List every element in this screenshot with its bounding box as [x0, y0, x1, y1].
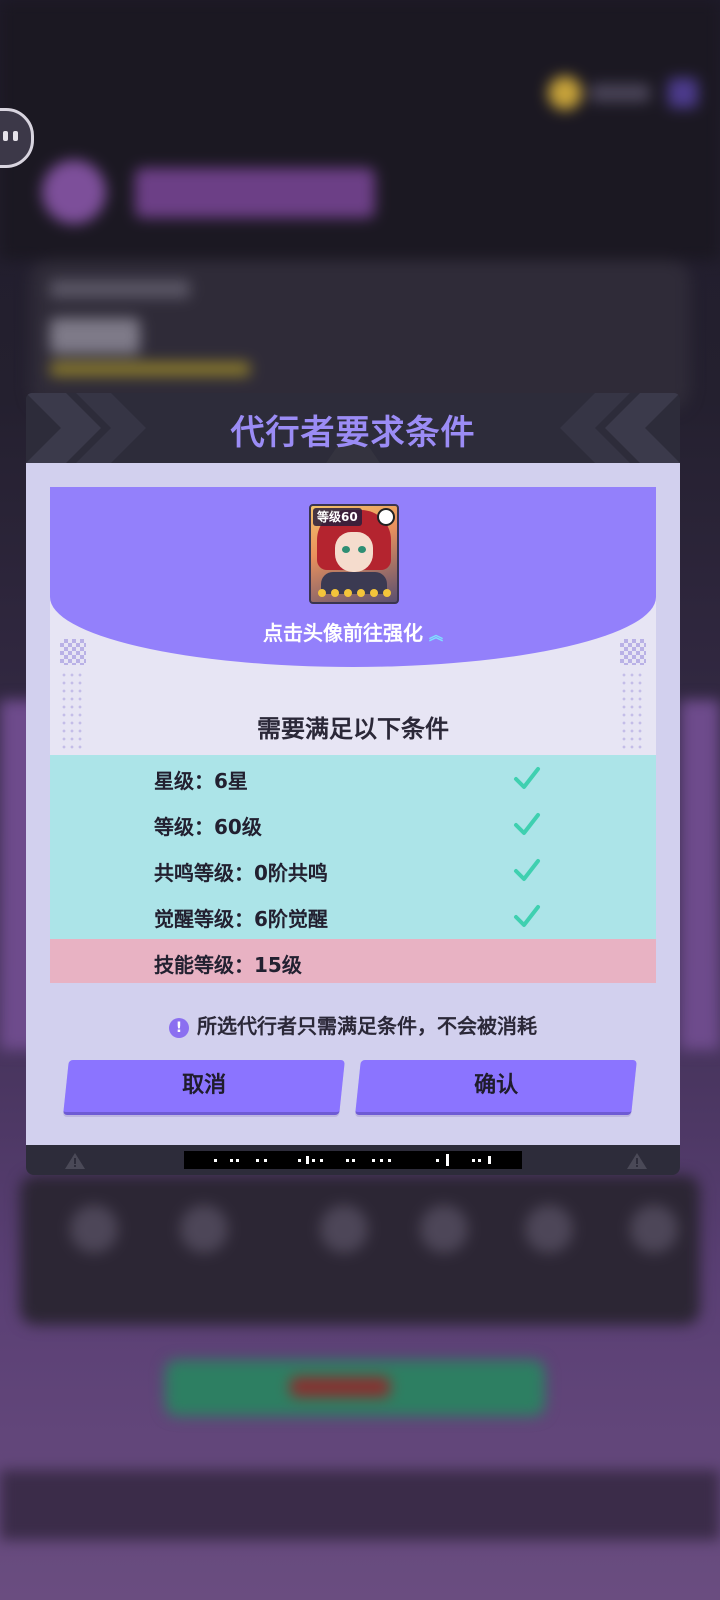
check-icon — [514, 767, 540, 789]
agent-portrait[interactable]: 等级60 — [309, 504, 399, 604]
star-icon — [317, 589, 326, 597]
footer-barcode-decoration — [184, 1151, 522, 1169]
double-chevron-up-icon: ︽ — [429, 628, 443, 644]
condition-row-level: 等级：60级 — [50, 801, 656, 847]
cancel-button[interactable]: 取消 — [63, 1060, 345, 1115]
consumption-note: ! 所选代行者只需满足条件，不会被消耗 — [26, 1010, 680, 1039]
star-icon — [369, 589, 378, 597]
condition-label: 星级：6星 — [154, 769, 248, 793]
warning-icon — [65, 1153, 85, 1169]
condition-row-star: 星级：6星 — [50, 755, 656, 801]
dialog-title: 代行者要求条件 — [230, 413, 476, 453]
condition-label: 等级：60级 — [154, 815, 262, 839]
star-icon — [356, 589, 365, 597]
assistant-eye-icon — [3, 131, 8, 141]
star-icon — [330, 589, 339, 597]
assistant-eye-icon — [13, 131, 18, 141]
element-badge-icon — [377, 508, 395, 526]
check-icon — [514, 813, 540, 835]
confirm-button-label: 确认 — [474, 1073, 519, 1098]
check-icon — [514, 859, 540, 881]
condition-label: 共鸣等级：0阶共鸣 — [154, 861, 328, 885]
check-icon — [514, 905, 540, 927]
info-icon: ! — [169, 1018, 189, 1038]
condition-label: 觉醒等级：6阶觉醒 — [154, 907, 328, 931]
dialog-header: 代行者要求条件 — [26, 393, 680, 463]
enhance-link[interactable]: 点击头像前往强化 ︽ — [50, 617, 656, 646]
enhance-link-label: 点击头像前往强化 — [263, 621, 423, 645]
requirements-dialog: 代行者要求条件 等级60 点击头像前往强化 ︽ 需要满足以下条件 星级：6星 等… — [26, 393, 680, 1175]
portrait-stars — [315, 589, 393, 599]
condition-row-resonance: 共鸣等级：0阶共鸣 — [50, 847, 656, 893]
condition-row-awakening: 觉醒等级：6阶觉醒 — [50, 893, 656, 939]
cancel-button-label: 取消 — [182, 1073, 227, 1098]
conditions-heading: 需要满足以下条件 — [257, 715, 449, 743]
conditions-list: 星级：6星 等级：60级 共鸣等级：0阶共鸣 觉醒等级：6阶觉醒 技能等级：15… — [50, 755, 656, 983]
dialog-footer — [26, 1145, 680, 1175]
star-icon — [382, 589, 391, 597]
condition-label: 技能等级：15级 — [154, 953, 302, 977]
condition-row-skill: 技能等级：15级 — [50, 939, 656, 983]
requirements-panel: 等级60 点击头像前往强化 ︽ 需要满足以下条件 星级：6星 等级：60级 共鸣… — [50, 487, 656, 983]
star-icon — [343, 589, 352, 597]
warning-icon — [627, 1153, 647, 1169]
portrait-level-badge: 等级60 — [313, 508, 362, 526]
consumption-note-text: 所选代行者只需满足条件，不会被消耗 — [197, 1014, 537, 1038]
confirm-button[interactable]: 确认 — [355, 1060, 637, 1115]
